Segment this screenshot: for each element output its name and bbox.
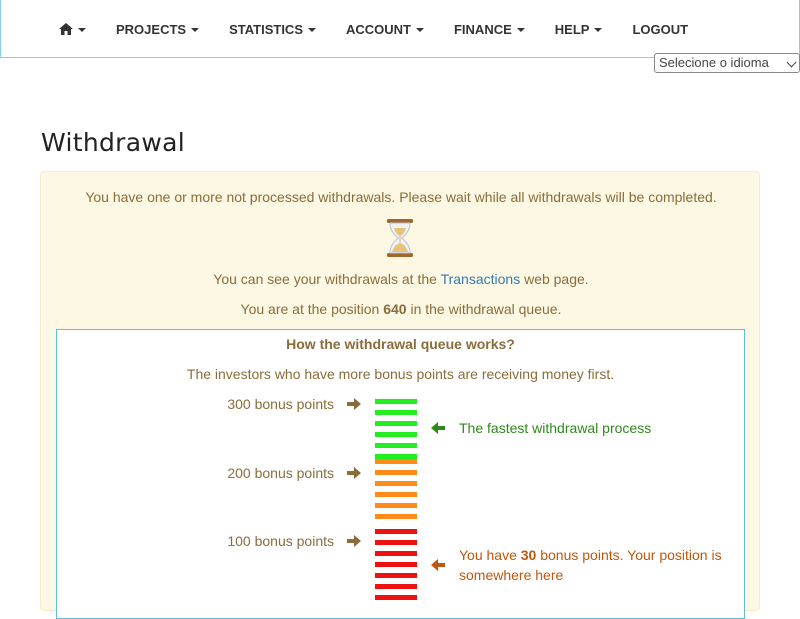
language-select[interactable]: Selecione o idioma [654, 53, 800, 73]
nav-help-label: HELP [554, 21, 590, 37]
queue-bar-segment [375, 540, 417, 545]
queue-bar-segment [375, 432, 417, 437]
queue-bar-segment [375, 399, 417, 404]
queue-description: The investors who have more bonus points… [186, 366, 615, 382]
nav-finance[interactable]: FINANCE [439, 0, 540, 58]
level-200-label: 200 bonus points [227, 465, 334, 481]
nav-projects-label: PROJECTS [116, 21, 187, 37]
position-suffix: in the withdrawal queue. [410, 301, 562, 317]
queue-bar-segment [375, 481, 417, 486]
queue-bar-segment [375, 410, 417, 415]
chevron-down-icon [594, 28, 603, 32]
queue-bar-segment [375, 562, 417, 567]
chevron-down-icon [786, 57, 797, 68]
queue-bar-segment [375, 470, 417, 475]
chevron-down-icon [516, 28, 525, 32]
top-navbar: PROJECTS STATISTICS ACCOUNT FINANCE HELP… [0, 0, 800, 58]
queue-heading: How the withdrawal queue works? [286, 336, 515, 352]
your-points-prefix: You have [459, 547, 517, 563]
queue-position-info: You are at the position 640 in the withd… [41, 301, 761, 317]
arrow-right-icon [347, 535, 361, 547]
nav-logout-label: LOGOUT [632, 21, 689, 37]
transactions-prefix: You can see your withdrawals at the [213, 271, 437, 287]
arrow-left-icon [431, 422, 445, 434]
language-select-value: Selecione o idioma [659, 55, 769, 70]
nav-statistics-label: STATISTICS [229, 21, 303, 37]
nav-account-label: ACCOUNT [345, 21, 411, 37]
home-icon [59, 23, 73, 35]
transactions-info: You can see your withdrawals at the Tran… [41, 271, 761, 287]
your-position-text: You have 30 bonus points. Your position … [459, 545, 749, 585]
queue-bar-segment [375, 459, 417, 464]
withdrawal-notice-panel: You have one or more not processed withd… [40, 171, 761, 619]
nav-help[interactable]: HELP [540, 0, 618, 58]
queue-bar-segment [375, 503, 417, 508]
queue-bar-segment [375, 573, 417, 578]
nav-menu: PROJECTS STATISTICS ACCOUNT FINANCE HELP… [44, 0, 703, 58]
queue-bar-segment [375, 529, 417, 534]
page-title: Withdrawal [41, 128, 185, 157]
nav-home[interactable] [44, 0, 101, 58]
arrow-right-icon [347, 467, 361, 479]
queue-bar-segment [375, 584, 417, 589]
nav-finance-label: FINANCE [453, 21, 512, 37]
queue-position-value: 640 [383, 301, 407, 317]
your-points-value: 30 [520, 547, 537, 563]
queue-bar-segment [375, 421, 417, 426]
chevron-down-icon [78, 28, 86, 32]
level-100-label: 100 bonus points [227, 533, 334, 549]
arrow-left-icon [431, 559, 445, 571]
hourglass-icon [387, 219, 413, 257]
queue-bar-segment [375, 514, 417, 519]
queue-bar-segment [375, 492, 417, 497]
chevron-down-icon [191, 28, 200, 32]
nav-logout[interactable]: LOGOUT [617, 0, 703, 58]
transactions-link[interactable]: Transactions [441, 271, 521, 287]
arrow-right-icon [347, 398, 361, 410]
chevron-down-icon [307, 28, 316, 32]
transactions-suffix: web page. [524, 271, 589, 287]
queue-bar-segment [375, 551, 417, 556]
level-300-label: 300 bonus points [227, 396, 334, 412]
chevron-down-icon [415, 28, 424, 32]
queue-bar-segment [375, 595, 417, 600]
position-prefix: You are at the position [240, 301, 380, 317]
fastest-withdrawal-text: The fastest withdrawal process [459, 420, 652, 436]
pending-withdrawals-text: You have one or more not processed withd… [85, 189, 717, 205]
nav-statistics[interactable]: STATISTICS [214, 0, 331, 58]
queue-bar-segment [375, 443, 417, 448]
queue-explanation-box: How the withdrawal queue works? The inve… [56, 329, 745, 619]
nav-projects[interactable]: PROJECTS [101, 0, 214, 58]
nav-account[interactable]: ACCOUNT [331, 0, 439, 58]
